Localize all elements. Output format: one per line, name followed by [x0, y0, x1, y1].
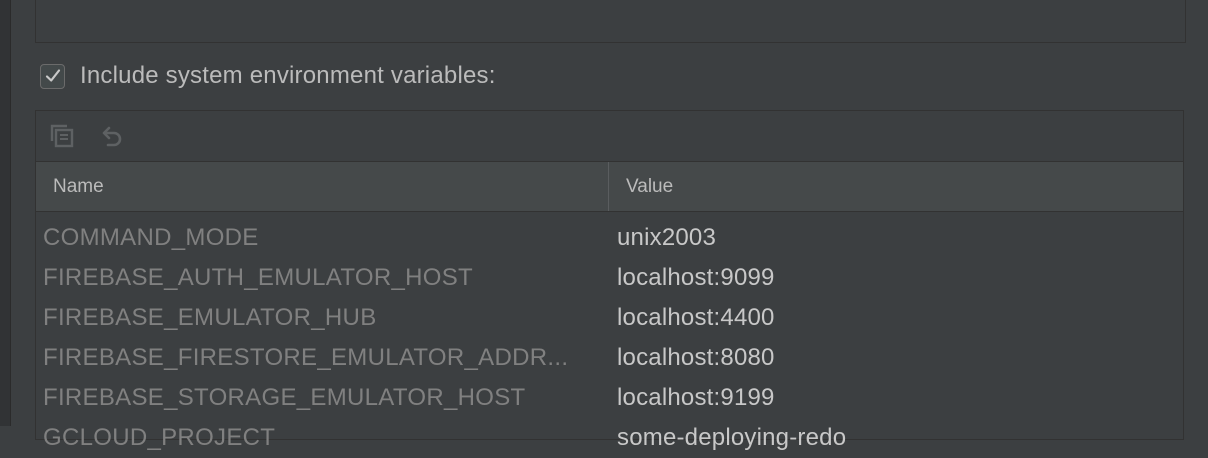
env-value-cell: unix2003	[617, 224, 717, 251]
table-body: COMMAND_MODE unix2003 FIREBASE_AUTH_EMUL…	[36, 212, 1183, 458]
environment-variables-table: Name Value COMMAND_MODE unix2003 FIREBAS…	[35, 110, 1184, 451]
copy-icon	[50, 124, 74, 148]
table-row[interactable]: FIREBASE_FIRESTORE_EMULATOR_ADDR... loca…	[36, 338, 1183, 378]
include-system-env-label: Include system environment variables:	[80, 62, 496, 89]
table-row[interactable]: FIREBASE_EMULATOR_HUB localhost:4400	[36, 298, 1183, 338]
env-name-cell: COMMAND_MODE	[43, 224, 259, 251]
checkmark-icon	[45, 69, 60, 82]
env-name-cell: FIREBASE_EMULATOR_HUB	[43, 304, 377, 331]
env-value-cell: some-deploying-redo	[617, 424, 847, 451]
table-toolbar	[36, 111, 1183, 162]
env-value-cell: localhost:9199	[617, 384, 775, 411]
include-system-env-checkbox[interactable]	[40, 63, 65, 89]
env-value-cell: localhost:8080	[617, 344, 775, 371]
left-gutter	[0, 0, 11, 426]
table-row[interactable]: FIREBASE_STORAGE_EMULATOR_HOST localhost…	[36, 378, 1183, 418]
column-header-value[interactable]: Value	[609, 162, 673, 211]
env-value-cell: localhost:4400	[617, 304, 775, 331]
revert-button[interactable]	[98, 122, 126, 150]
include-system-env-row[interactable]: Include system environment variables:	[40, 62, 496, 90]
copy-button[interactable]	[48, 122, 76, 150]
table-row[interactable]: GCLOUD_PROJECT some-deploying-redo	[36, 418, 1183, 458]
table-row[interactable]: COMMAND_MODE unix2003	[36, 218, 1183, 258]
env-name-cell: FIREBASE_FIRESTORE_EMULATOR_ADDR...	[43, 344, 569, 371]
column-header-name[interactable]: Name	[36, 162, 609, 211]
table-header: Name Value	[36, 162, 1183, 212]
undo-icon	[102, 126, 122, 147]
upper-panel	[35, 0, 1186, 43]
env-name-cell: FIREBASE_AUTH_EMULATOR_HOST	[43, 264, 473, 291]
env-value-cell: localhost:9099	[617, 264, 775, 291]
table-row[interactable]: FIREBASE_AUTH_EMULATOR_HOST localhost:90…	[36, 258, 1183, 298]
env-name-cell: FIREBASE_STORAGE_EMULATOR_HOST	[43, 384, 526, 411]
env-name-cell: GCLOUD_PROJECT	[43, 424, 276, 451]
